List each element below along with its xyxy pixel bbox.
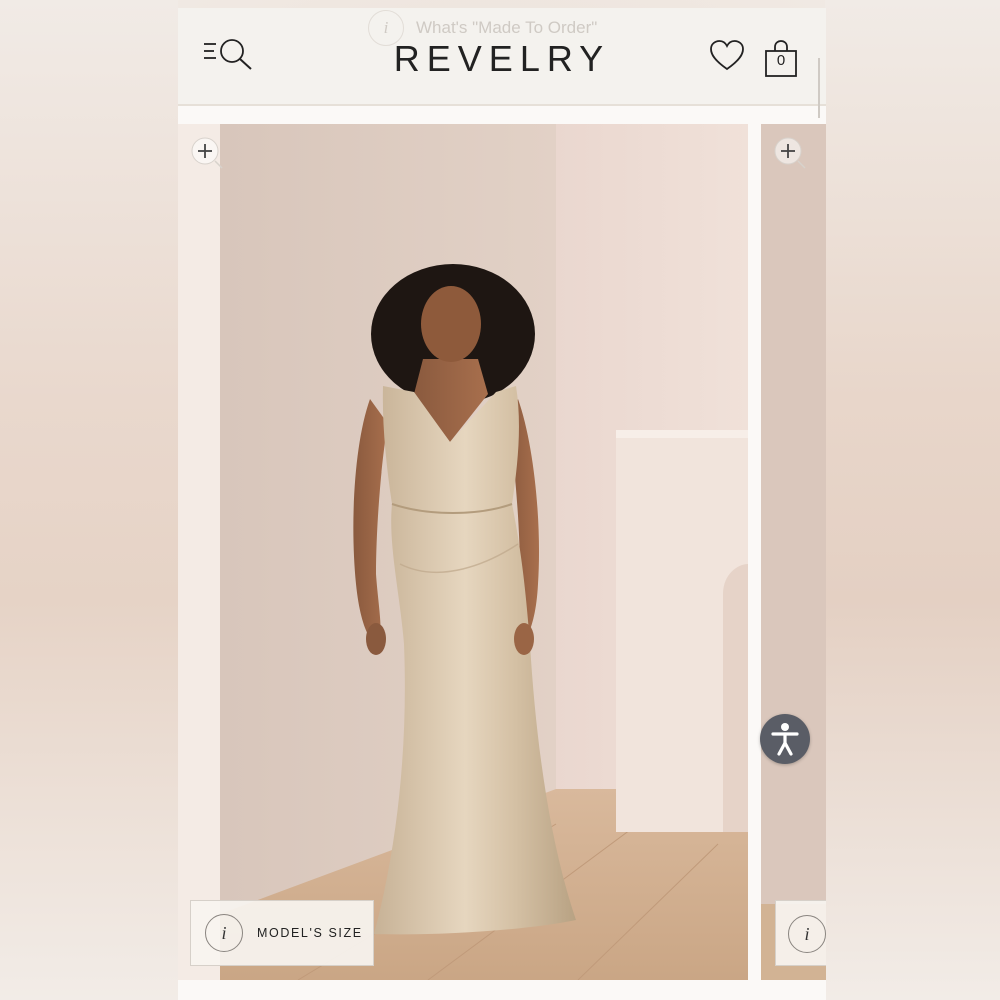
info-icon: i bbox=[205, 914, 243, 952]
site-header: i What's "Made To Order" REVELRY 0 bbox=[178, 8, 826, 118]
notice-text: What's "Made To Order" bbox=[416, 18, 598, 37]
product-image-slide[interactable]: i MODEL'S SIZE bbox=[178, 124, 748, 980]
cart-count: 0 bbox=[776, 52, 786, 69]
model-size-button[interactable]: i MODEL'S SIZE bbox=[190, 900, 374, 966]
cart-button[interactable]: 0 bbox=[764, 40, 798, 78]
product-gallery: i MODEL'S SIZE i bbox=[178, 124, 826, 988]
phone-screen: i What's "Made To Order" REVELRY 0 i MOD… bbox=[178, 8, 826, 1000]
next-product-photo bbox=[761, 124, 826, 980]
accessibility-icon bbox=[771, 723, 799, 756]
product-photo bbox=[178, 124, 748, 980]
scrollbar[interactable] bbox=[818, 58, 820, 118]
zoom-in-icon[interactable] bbox=[773, 136, 807, 170]
heart-icon[interactable] bbox=[710, 40, 744, 72]
info-icon: i bbox=[788, 915, 826, 953]
background-blur-left bbox=[0, 0, 178, 1000]
zoom-in-icon[interactable] bbox=[190, 136, 224, 170]
model-size-label: MODEL'S SIZE bbox=[257, 926, 363, 940]
accessibility-button[interactable] bbox=[760, 714, 810, 764]
next-image-slide-peek[interactable]: i bbox=[761, 124, 826, 980]
model-size-button[interactable]: i bbox=[775, 900, 826, 966]
background-blur-right bbox=[825, 0, 1000, 1000]
